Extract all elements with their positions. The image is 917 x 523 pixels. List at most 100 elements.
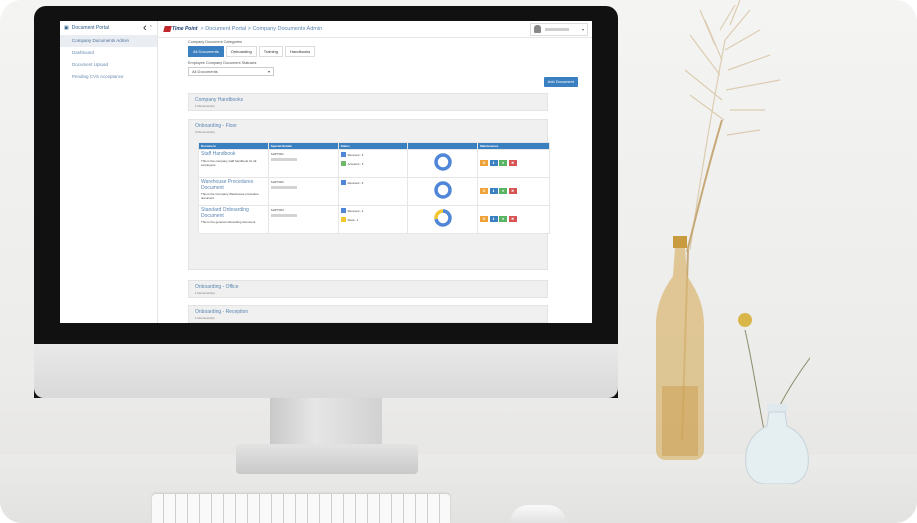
gear-icon: ⚙ (482, 161, 486, 165)
category-label: Company Document Categories (188, 40, 243, 44)
status-cell: Received - 6 (337, 177, 409, 206)
gear-button[interactable]: ⚙ (480, 216, 489, 222)
status-cell: Received - 3 Read - 1 (337, 205, 409, 234)
document-code: SHPT003 (270, 208, 284, 212)
section-count: 1 Document(s) (195, 291, 215, 295)
star-button[interactable]: ★ (499, 188, 508, 194)
donut-segment (433, 181, 452, 199)
gear-icon: ⚙ (482, 189, 486, 193)
blurred-detail (270, 186, 297, 189)
section-title: Company Handbooks (195, 97, 244, 103)
sidebar-item-pending-cvs-acceptance[interactable]: Pending CVS Acceptance (60, 71, 157, 83)
trash-button[interactable]: ✖ (508, 216, 517, 222)
add-document-button[interactable]: Add Document (543, 77, 578, 87)
sidebar-item-company-documents-admin[interactable]: Company Documents Admin (60, 35, 157, 47)
sidebar-item-dashboard[interactable]: Dashboard (60, 47, 157, 59)
user-name-blurred (545, 27, 569, 31)
trash-icon: ✖ (511, 189, 515, 193)
caret-down-icon: ▾ (581, 26, 584, 32)
table-row: Standard Onboarding Document This is the … (198, 205, 550, 234)
star-icon: ★ (501, 189, 505, 193)
status-color-swatch (340, 217, 346, 222)
status-chart-cell (407, 205, 479, 234)
folder-icon: ▣ (64, 25, 69, 31)
maintenance-cell: ⚙ ⬇ ★ ✖ (477, 205, 550, 234)
tall-amber-vase (656, 236, 704, 460)
section-company-handbooks[interactable]: Company Handbooks 1 Document(s) (188, 93, 548, 111)
section-count: 1 Document(s) (195, 316, 215, 320)
gear-button[interactable]: ⚙ (480, 160, 489, 166)
column-header (407, 142, 479, 150)
gear-button[interactable]: ⚙ (480, 188, 489, 194)
blurred-detail (270, 158, 297, 161)
status-label: Accepted - 5 (347, 161, 364, 166)
logo-mark-icon (163, 26, 172, 32)
document-description: This is the Company Warehouse procedure … (201, 192, 259, 200)
maintenance-cell: ⚙ ⬇ ★ ✖ (477, 149, 550, 178)
column-header: Status (337, 142, 409, 150)
tab-handbooks[interactable]: Handbooks (285, 46, 316, 57)
star-icon: ★ (501, 161, 505, 165)
status-label: Received - 6 (347, 180, 364, 185)
special-details-cell: SHPT002 (267, 177, 339, 206)
star-button[interactable]: ★ (499, 216, 508, 222)
section-title: Onboarding - Floor (195, 123, 237, 129)
section-count: 3 Document(s) (195, 130, 215, 134)
document-name-link[interactable]: Warehouse Procedures Document (201, 179, 266, 191)
section-onboarding-office[interactable]: Onboarding - Office 1 Document(s) (188, 280, 548, 298)
download-button[interactable]: ⬇ (489, 160, 498, 166)
document-cell: Warehouse Procedures Document This is the… (198, 177, 269, 206)
document-name-link[interactable]: Staff Handbook (201, 151, 266, 158)
star-button[interactable]: ★ (499, 160, 508, 166)
main-content: Company Document Categories All Document… (188, 40, 582, 323)
special-details-cell: SHPT001 (267, 149, 339, 178)
table-row: Warehouse Procedures Document This is the… (198, 177, 550, 206)
chevron-up-icon[interactable]: ⌃ (149, 25, 153, 31)
section-onboarding-reception[interactable]: Onboarding - Reception 1 Document(s) (188, 305, 548, 323)
monitor-stand (270, 398, 382, 448)
collapse-sidebar-icon[interactable]: ‹ (143, 21, 147, 35)
table-row: Staff Handbook This is the company staff … (198, 149, 550, 178)
status-cell: Received - 5 Accepted - 5 (337, 149, 409, 178)
document-name-link[interactable]: Standard Onboarding Document (201, 207, 266, 219)
document-description: This is the company staff handbook for a… (201, 158, 257, 167)
section-count: 1 Document(s) (195, 104, 215, 108)
tab-onboarding[interactable]: Onboarding (225, 46, 257, 57)
document-code: SHPT001 (270, 152, 284, 156)
status-filter-select[interactable]: All Documents ▾ (188, 67, 274, 76)
download-button[interactable]: ⬇ (489, 188, 498, 194)
monitor-stand-base (236, 444, 418, 474)
breadcrumb[interactable]: > Document Portal > Company Documents Ad… (200, 26, 322, 32)
logo[interactable]: Time Point (163, 26, 198, 32)
download-icon: ⬇ (492, 189, 496, 193)
logo-text: Time Point (172, 26, 198, 32)
download-button[interactable]: ⬇ (489, 216, 498, 222)
status-donut-chart (433, 181, 452, 199)
status-chart-cell (407, 177, 479, 206)
document-description: This is the general onboarding document (201, 220, 256, 224)
scene-background: ▣ Document Portal ⌃ Company Documents Ad… (0, 0, 917, 523)
user-menu[interactable]: ▾ (530, 22, 588, 36)
mouse (510, 505, 566, 523)
status-donut-chart (433, 209, 452, 227)
status-legend-item: Received - 3 (340, 208, 406, 213)
section-title: Onboarding - Reception (195, 309, 249, 315)
sidebar-item-document-upload[interactable]: Document Upload (60, 59, 157, 71)
column-header: Document (198, 142, 269, 150)
trash-button[interactable]: ✖ (508, 160, 517, 166)
status-chart-cell (407, 149, 479, 178)
star-icon: ★ (501, 217, 505, 221)
status-label: Read - 1 (347, 217, 359, 222)
tab-all-documents[interactable]: All Documents (188, 46, 224, 57)
tab-training[interactable]: Training (258, 46, 284, 57)
trash-icon: ✖ (511, 161, 515, 165)
trash-button[interactable]: ✖ (508, 188, 517, 194)
document-cell: Standard Onboarding Document This is the … (198, 205, 269, 234)
status-legend-item: Read - 1 (340, 217, 406, 222)
status-legend-item: Received - 6 (340, 180, 406, 185)
monitor-chin (34, 344, 618, 398)
status-color-swatch (340, 180, 346, 185)
top-bar: Time Point > Document Portal > Company D… (158, 21, 592, 38)
small-glass-vase (745, 404, 809, 484)
trash-icon: ✖ (511, 217, 515, 221)
